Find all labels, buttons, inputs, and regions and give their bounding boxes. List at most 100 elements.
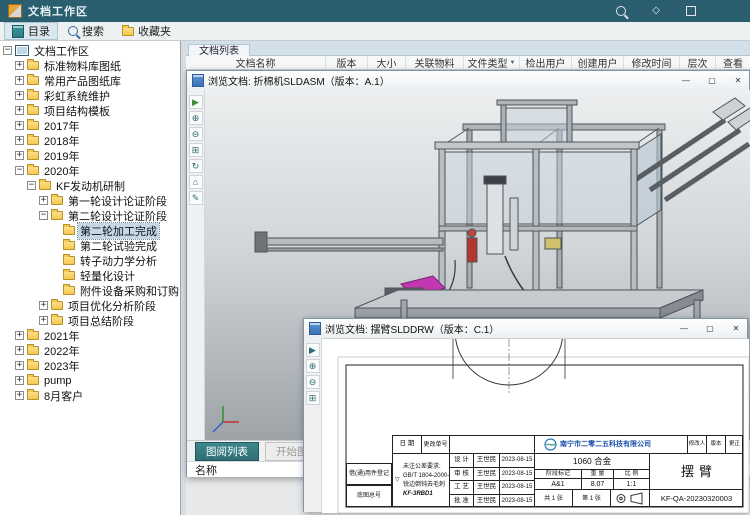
tree-item[interactable]: + 2019年	[0, 148, 180, 163]
search-label: 搜索	[82, 23, 104, 39]
review-list-button[interactable]: 图阅列表	[195, 442, 259, 461]
sign-name: 王世民	[473, 453, 499, 467]
tree-item[interactable]: + 2018年	[0, 133, 180, 148]
minimize-button[interactable]: —	[673, 319, 695, 338]
column-header-size[interactable]: 大小	[368, 56, 406, 69]
tree-item[interactable]: + 常用产品图纸库	[0, 73, 180, 88]
column-header-version[interactable]: 版本	[326, 56, 368, 69]
column-header-level[interactable]: 层次	[680, 56, 716, 69]
tree-item[interactable]: 转子动力学分析	[0, 253, 180, 268]
tree-expander[interactable]: +	[15, 121, 24, 130]
close-button[interactable]: ✕	[727, 71, 749, 90]
column-header-view[interactable]: 查看	[716, 56, 750, 69]
tree-item[interactable]: + 第一轮设计论证阶段	[0, 193, 180, 208]
column-header-checkout-user[interactable]: 检出用户	[520, 56, 572, 69]
tree-item[interactable]: − 第二轮设计论证阶段	[0, 208, 180, 223]
drawing-sheet[interactable]: 借(通)用件登记 底图总号 日 期 更改单号 南宁市二零二五科技有限公司 修改人…	[322, 339, 749, 513]
tree-item[interactable]: + 2017年	[0, 118, 180, 133]
favorites-button[interactable]: 收藏夹	[114, 22, 179, 40]
tree-expander[interactable]: +	[39, 301, 48, 310]
tree-item[interactable]: + 2021年	[0, 328, 180, 343]
tree-item[interactable]: − 2020年	[0, 163, 180, 178]
filter-dropdown-icon[interactable]: ▼	[510, 60, 516, 66]
tree-expander[interactable]: −	[3, 46, 12, 55]
tree-expander[interactable]: +	[15, 76, 24, 85]
tree-item[interactable]: 附件设备采购和订购	[0, 283, 180, 298]
close-button[interactable]: ✕	[725, 319, 747, 338]
column-header-doc-name[interactable]: 文档名称	[186, 56, 326, 69]
tree-item[interactable]: + 项目优化分析阶段	[0, 298, 180, 313]
tree-expander[interactable]: +	[15, 376, 24, 385]
search-button[interactable]: 搜索	[60, 22, 112, 40]
zoom-fit-icon[interactable]: ⊞	[189, 143, 203, 157]
tree-item[interactable]: 轻量化设计	[0, 268, 180, 283]
tree-item[interactable]: + 项目结构模板	[0, 103, 180, 118]
viewer-2d-title: 浏览文档: 摆臂SLDDRW（版本：C.1）	[325, 321, 669, 336]
markup-icon[interactable]: ✎	[189, 191, 203, 205]
tree-item[interactable]: − KF发动机研制	[0, 178, 180, 193]
weight-value: 8.07	[581, 478, 613, 489]
tree: − 文档工作区 + 标准物料库图纸 + 常用产品图纸库 + 彩虹系统维护 + 项…	[0, 41, 181, 515]
diamond-icon[interactable]: ◇	[652, 6, 660, 16]
tree-expander[interactable]: +	[15, 91, 24, 100]
column-header-material[interactable]: 关联物料	[406, 56, 464, 69]
zoom-in-icon[interactable]: ⊕	[189, 111, 203, 125]
tree-expander[interactable]: +	[15, 61, 24, 70]
tree-item[interactable]: + 标准物料库图纸	[0, 58, 180, 73]
maximize-button[interactable]: ▢	[699, 319, 721, 338]
zoom-fit-icon[interactable]: ⊞	[306, 391, 320, 405]
tree-item[interactable]: + pump	[0, 373, 180, 388]
folder-icon	[63, 286, 75, 295]
viewer-3d-toolbar: ▶ ⊕ ⊖ ⊞ ↻ ⌂ ✎	[187, 90, 205, 440]
tree-expander[interactable]: +	[15, 331, 24, 340]
tree-expander[interactable]: +	[39, 196, 48, 205]
maximize-icon[interactable]	[686, 6, 696, 16]
sign-date: 2023-08-15	[499, 453, 534, 467]
stage-value: A&1	[534, 478, 581, 489]
maximize-button[interactable]: ▢	[701, 71, 723, 90]
tree-item[interactable]: + 彩虹系统维护	[0, 88, 180, 103]
zoom-out-icon[interactable]: ⊖	[189, 127, 203, 141]
tree-item-label: pump	[42, 375, 74, 387]
tree-expander[interactable]: +	[15, 346, 24, 355]
tree-item[interactable]: − 文档工作区	[0, 43, 180, 58]
search-icon[interactable]	[616, 6, 626, 16]
tree-item-label: 轻量化设计	[78, 268, 137, 284]
triangle-mark: ▽	[395, 476, 400, 484]
tree-expander[interactable]: +	[15, 106, 24, 115]
tree-item[interactable]: 第二轮试验完成	[0, 238, 180, 253]
tree-expander[interactable]: −	[39, 211, 48, 220]
tree-item[interactable]: + 8月客户	[0, 388, 180, 403]
column-header-create-user[interactable]: 创建用户	[572, 56, 624, 69]
catalog-button[interactable]: 目录	[4, 22, 58, 40]
rotate-icon[interactable]: ↻	[189, 159, 203, 173]
sign-date: 2023-08-15	[499, 494, 534, 508]
tree-expander[interactable]: +	[15, 151, 24, 160]
column-label: 版本	[337, 56, 357, 69]
tree-expander[interactable]: +	[39, 316, 48, 325]
minimize-button[interactable]: —	[675, 71, 697, 90]
home-view-icon[interactable]: ⌂	[189, 175, 203, 189]
tree-expander[interactable]: −	[27, 181, 36, 190]
column-label: 层次	[688, 56, 708, 69]
column-header-modify-time[interactable]: 修改时间	[624, 56, 680, 69]
tree-expander[interactable]: +	[15, 361, 24, 370]
zoom-out-icon[interactable]: ⊖	[306, 375, 320, 389]
tree-expander[interactable]: +	[15, 391, 24, 400]
tree-expander[interactable]: −	[15, 166, 24, 175]
select-icon[interactable]: ▶	[306, 343, 320, 357]
tree-item[interactable]: + 项目总结阶段	[0, 313, 180, 328]
viewer-3d-titlebar[interactable]: 浏览文档: 折棉机SLDASM（版本：A.1） — ▢ ✕	[187, 71, 749, 91]
tree-item[interactable]: 第二轮加工完成	[0, 223, 180, 238]
column-label: 检出用户	[526, 56, 566, 69]
tree-item[interactable]: + 2023年	[0, 358, 180, 373]
tree-item-label: 文档工作区	[32, 43, 91, 59]
tree-item[interactable]: + 2022年	[0, 343, 180, 358]
tree-expander[interactable]: +	[15, 136, 24, 145]
select-icon[interactable]: ▶	[189, 95, 203, 109]
column-header-file-type[interactable]: 文件类型▼	[464, 56, 520, 69]
tree-item-label: 项目优化分析阶段	[66, 298, 158, 314]
zoom-in-icon[interactable]: ⊕	[306, 359, 320, 373]
viewer-2d-titlebar[interactable]: 浏览文档: 摆臂SLDDRW（版本：C.1） — ▢ ✕	[304, 319, 747, 339]
tree-item-label: 2021年	[42, 328, 81, 344]
